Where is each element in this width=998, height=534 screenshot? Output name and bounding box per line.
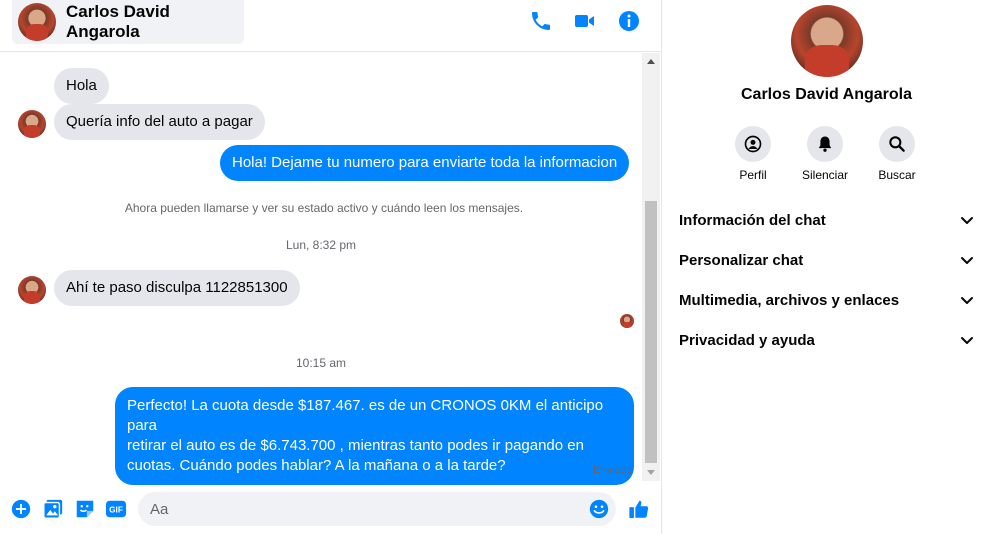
contact-avatar [18,3,56,41]
section-privacy-help[interactable]: Privacidad y ayuda [679,320,975,360]
profile-label: Perfil [739,168,767,182]
plus-icon[interactable] [10,498,32,520]
section-label: Multimedia, archivos y enlaces [679,291,900,309]
outgoing-message[interactable]: Perfecto! La cuota desde $187.467. es de… [115,387,634,485]
thumbs-up-icon[interactable] [628,498,650,520]
scroll-up-arrow[interactable] [647,59,655,64]
contact-avatar[interactable] [18,110,46,138]
emoji-icon[interactable] [588,498,610,520]
scroll-down-arrow[interactable] [647,470,655,475]
conversation-panel: Carlos David Angarola Hola Quería info d… [0,0,662,534]
profile-button[interactable]: Perfil [718,126,788,182]
timestamp: 10:15 am [295,356,347,370]
contact-header-button[interactable]: Carlos David Angarola [12,0,244,44]
section-media-files-links[interactable]: Multimedia, archivos y enlaces [679,280,975,320]
search-label: Buscar [878,168,916,182]
chevron-down-icon [961,337,973,344]
message-composer: GIF [0,484,662,534]
profile-icon [735,126,771,162]
info-icon[interactable] [617,9,641,33]
message-line: cuotas. Cuándo podes hablar? A la mañana… [127,457,506,474]
chevron-down-icon [961,257,973,264]
contact-avatar[interactable] [18,276,46,304]
message-input[interactable] [138,492,616,526]
profile-avatar[interactable] [791,5,863,77]
seen-indicator-avatar [620,314,634,328]
bell-icon [807,126,843,162]
sticker-icon[interactable] [74,498,96,520]
incoming-message[interactable]: Quería info del auto a pagar [54,104,265,140]
chevron-down-icon [961,217,973,224]
chevron-down-icon [961,297,973,304]
scroll-thumb[interactable] [645,201,657,463]
chat-info-panel: Carlos David Angarola Perfil Silenciar B… [663,0,998,534]
photo-icon[interactable] [42,498,64,520]
search-icon [879,126,915,162]
section-customize-chat[interactable]: Personalizar chat [679,240,975,280]
gif-icon[interactable]: GIF [105,498,127,520]
contact-name: Carlos David Angarola [66,2,170,41]
message-line: Perfecto! La cuota desde $187.467. es de… [127,397,604,434]
message-scrollbar[interactable] [642,53,660,481]
message-list[interactable]: Hola Quería info del auto a pagar Hola! … [0,53,642,485]
section-label: Personalizar chat [679,251,804,269]
message-line: retirar el auto es de $6.743.700 , mient… [127,437,584,454]
messenger-window: Carlos David Angarola Hola Quería info d… [0,0,998,534]
section-chat-info[interactable]: Información del chat [679,200,975,240]
delivery-status: Enviado [593,464,633,476]
search-button[interactable]: Buscar [862,126,932,182]
phone-icon[interactable] [529,9,553,33]
outgoing-message[interactable]: Hola! Dejame tu numero para enviarte tod… [220,145,630,181]
video-camera-icon[interactable] [573,9,597,33]
gif-label: GIF [109,506,123,515]
section-label: Información del chat [679,211,826,229]
incoming-message[interactable]: Ahí te paso disculpa 1122851300 [54,270,300,306]
timestamp: Lun, 8:32 pm [285,238,357,252]
mute-label: Silenciar [801,168,849,182]
system-notice: Ahora pueden llamarse y ver su estado ac… [124,201,524,215]
profile-name: Carlos David Angarola [740,86,912,103]
incoming-message[interactable]: Hola [54,68,109,104]
chat-header: Carlos David Angarola [0,0,662,52]
section-label: Privacidad y ayuda [679,331,815,349]
mute-button[interactable]: Silenciar [790,126,860,182]
